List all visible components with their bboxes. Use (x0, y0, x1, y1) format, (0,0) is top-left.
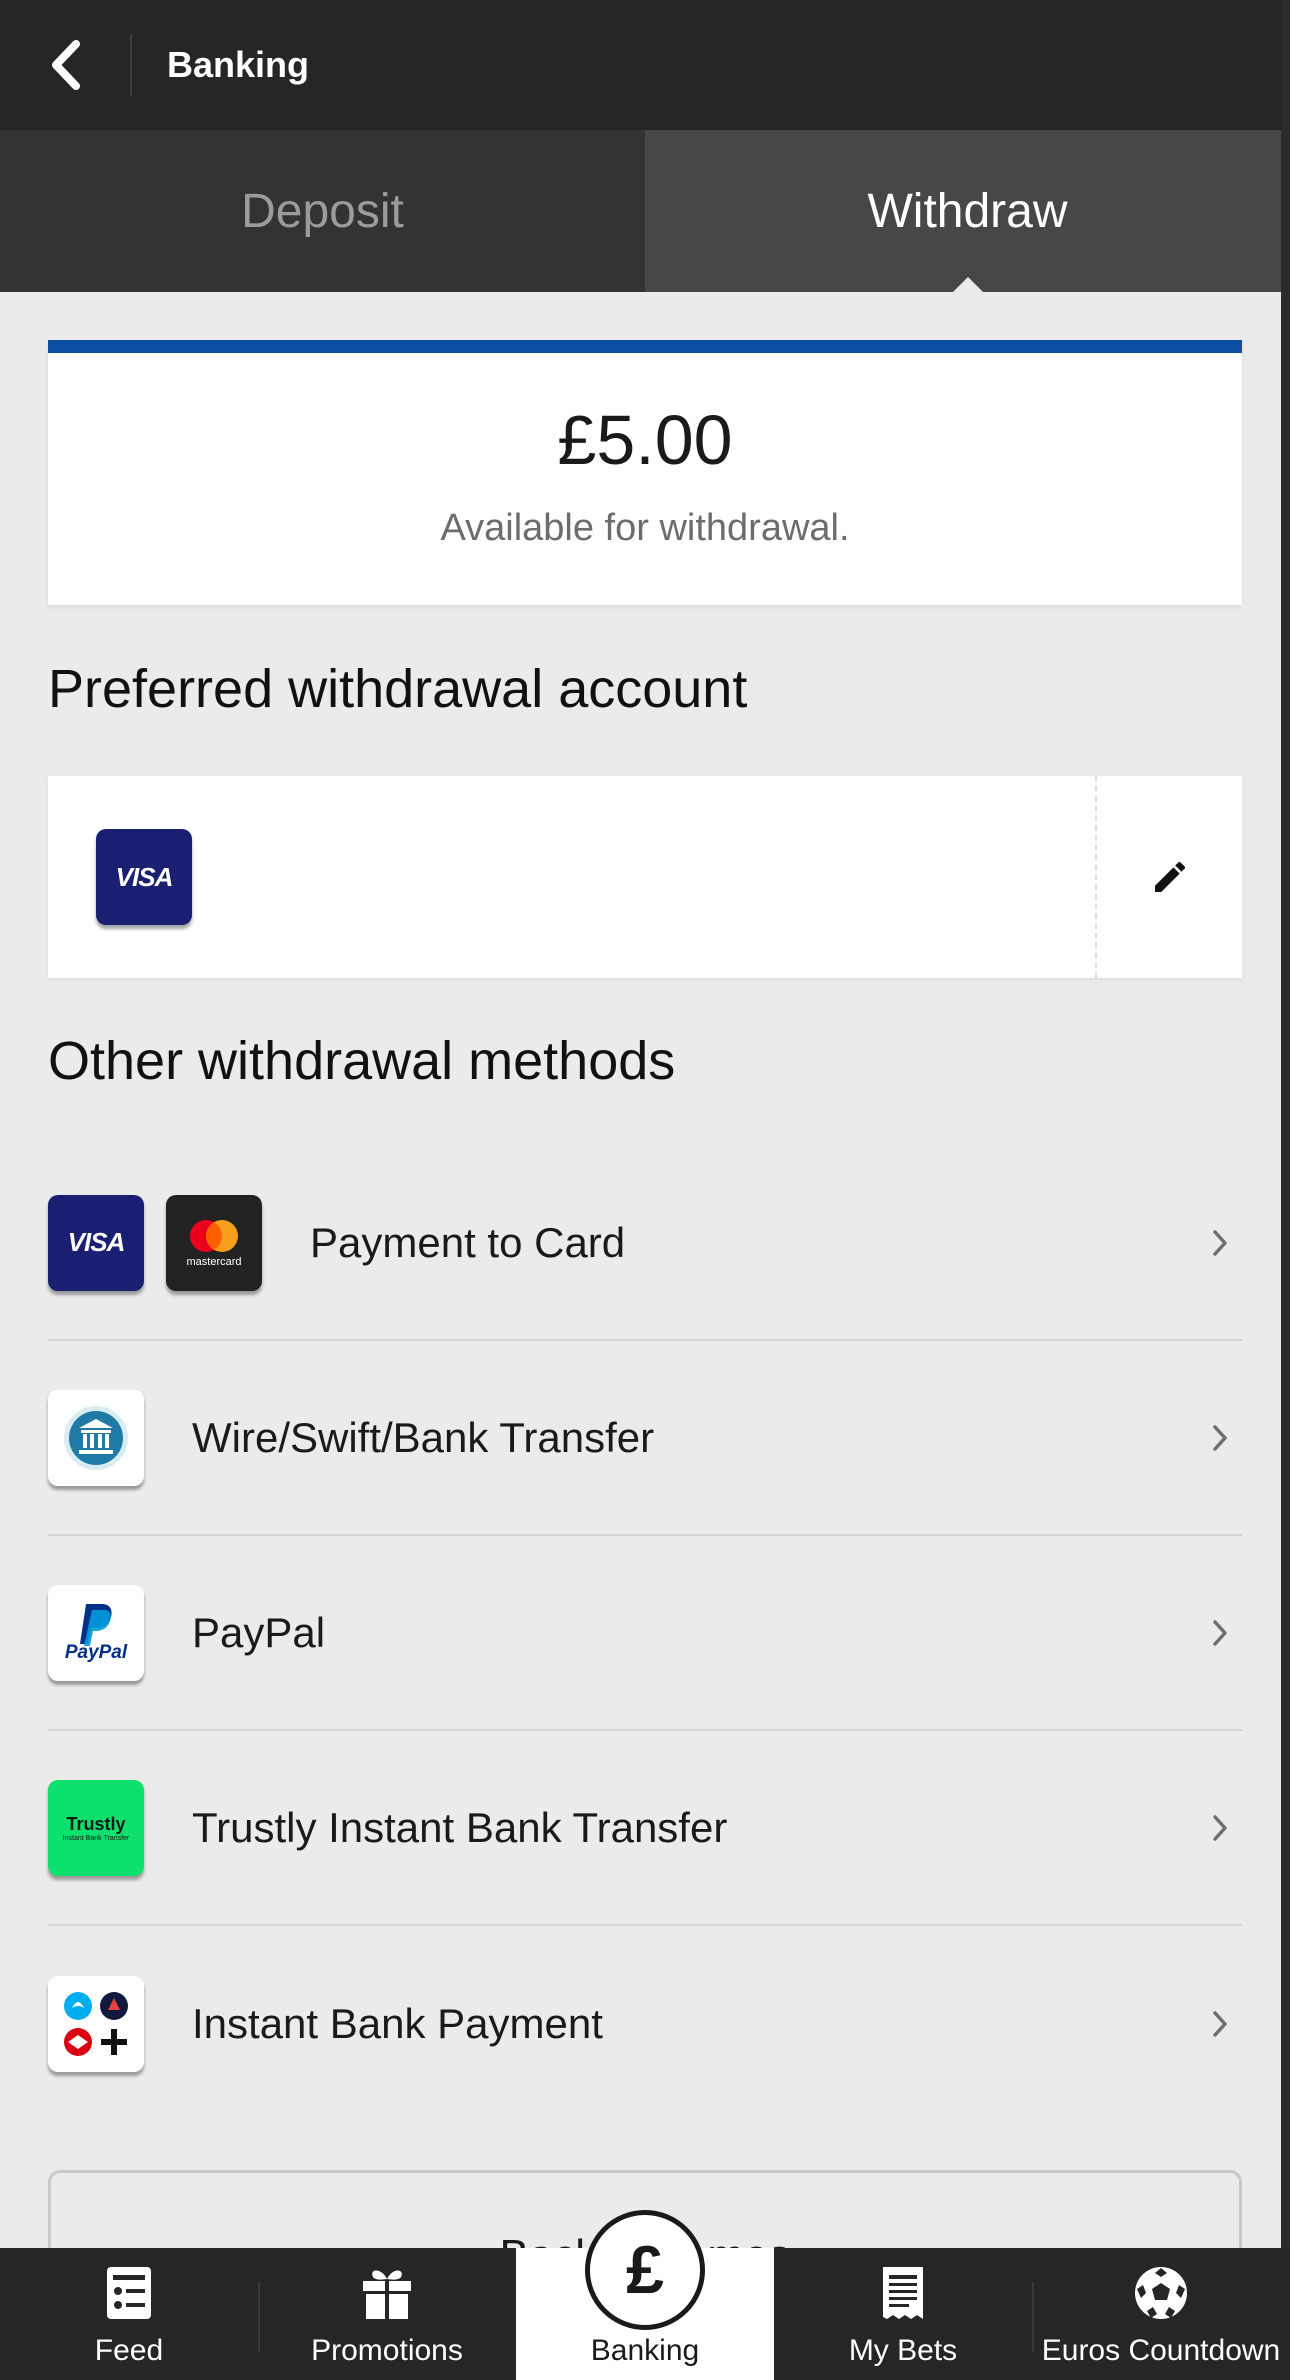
mastercard-logo-text: mastercard (186, 1255, 242, 1268)
tab-withdraw[interactable]: Withdraw (645, 130, 1290, 292)
nav-my-bets[interactable]: My Bets (774, 2248, 1032, 2380)
paypal-p-icon (80, 1603, 112, 1646)
visa-logo: VISA (48, 1194, 144, 1291)
nav-label: Promotions (311, 2334, 463, 2367)
active-tab-caret (952, 277, 983, 292)
trustly-logo-text: Trustly (66, 1813, 126, 1834)
preferred-heading: Preferred withdrawal account (48, 659, 748, 719)
pencil-icon (1154, 861, 1185, 892)
preferred-account-card[interactable]: VISA (48, 776, 1242, 978)
chevron-right-icon (1213, 1424, 1227, 1451)
nav-banking[interactable]: £ Banking (516, 2210, 774, 2380)
mastercard-circles-icon (190, 1219, 238, 1252)
balance-label: Available for withdrawal. (440, 507, 850, 549)
bank-icon (48, 1389, 144, 1486)
edit-button[interactable] (1097, 776, 1242, 978)
method-label: Instant Bank Payment (192, 1999, 603, 2047)
pound-icon: £ (585, 2210, 705, 2330)
tab-deposit-label: Deposit (241, 184, 404, 238)
header-divider (130, 34, 132, 96)
chevron-right-icon (1213, 1229, 1227, 1256)
other-methods-heading: Other withdrawal methods (48, 1031, 676, 1091)
top-bar: Banking (0, 0, 1290, 130)
method-logos: VISA mastercard (48, 1194, 262, 1291)
chevron-right-icon (1213, 1619, 1227, 1646)
method-trustly[interactable]: Trustly Instant Bank Transfer Trustly In… (48, 1731, 1242, 1926)
chevron-right-icon (1213, 1814, 1227, 1841)
nav-label: Banking (590, 2334, 700, 2367)
visa-logo-text: VISA (115, 861, 174, 892)
method-payment-to-card[interactable]: VISA mastercard Payment to Card (48, 1146, 1242, 1341)
nav-euros-countdown[interactable]: Euros Countdown (1032, 2248, 1290, 2380)
method-wire-transfer[interactable]: Wire/Swift/Bank Transfer (48, 1341, 1242, 1536)
bank-logos-grid-icon (64, 1991, 128, 2056)
visa-logo-text: VISA (67, 1227, 126, 1257)
trustly-logo: Trustly Instant Bank Transfer (48, 1779, 144, 1876)
feed-icon (105, 2260, 153, 2326)
method-instant-bank-payment[interactable]: Instant Bank Payment (48, 1926, 1242, 2121)
nav-label: Feed (94, 2334, 164, 2367)
tab-deposit[interactable]: Deposit (0, 130, 645, 292)
scrollbar[interactable] (1281, 0, 1290, 2248)
back-button[interactable] (0, 0, 130, 130)
method-label: PayPal (192, 1608, 326, 1656)
nav-label: Euros Countdown (1041, 2334, 1281, 2367)
balance-amount: £5.00 (557, 401, 733, 479)
page-title: Banking (167, 44, 310, 85)
bank-building-icon (64, 1405, 128, 1470)
mastercard-logo: mastercard (166, 1194, 262, 1291)
bank-logos-icon (48, 1975, 144, 2072)
gift-icon (359, 2260, 415, 2326)
nav-label: My Bets (848, 2334, 958, 2367)
nav-feed[interactable]: Feed (0, 2248, 258, 2380)
bottom-nav: Feed Promotions £ Banking My Bets Euros … (0, 2210, 1290, 2380)
tab-withdraw-label: Withdraw (867, 184, 1068, 238)
paypal-logo-text: PayPal (64, 1641, 128, 1663)
nav-divider (1032, 2282, 1034, 2352)
method-label: Trustly Instant Bank Transfer (192, 1803, 728, 1851)
football-icon (1133, 2260, 1189, 2326)
chevron-right-icon (1213, 2010, 1227, 2037)
betslip-icon (879, 2260, 927, 2326)
balance-card: £5.00 Available for withdrawal. (48, 340, 1242, 605)
banking-tabs: Deposit Withdraw (0, 130, 1290, 292)
method-label: Payment to Card (310, 1218, 626, 1266)
paypal-logo: PayPal (48, 1584, 144, 1681)
trustly-logo-subtext: Instant Bank Transfer (62, 1834, 130, 1842)
method-paypal[interactable]: PayPal PayPal (48, 1536, 1242, 1731)
chevron-left-icon (52, 40, 80, 90)
nav-promotions[interactable]: Promotions (258, 2248, 516, 2380)
method-label: Wire/Swift/Bank Transfer (192, 1413, 655, 1461)
visa-logo: VISA (96, 829, 192, 925)
nav-divider (258, 2282, 260, 2352)
